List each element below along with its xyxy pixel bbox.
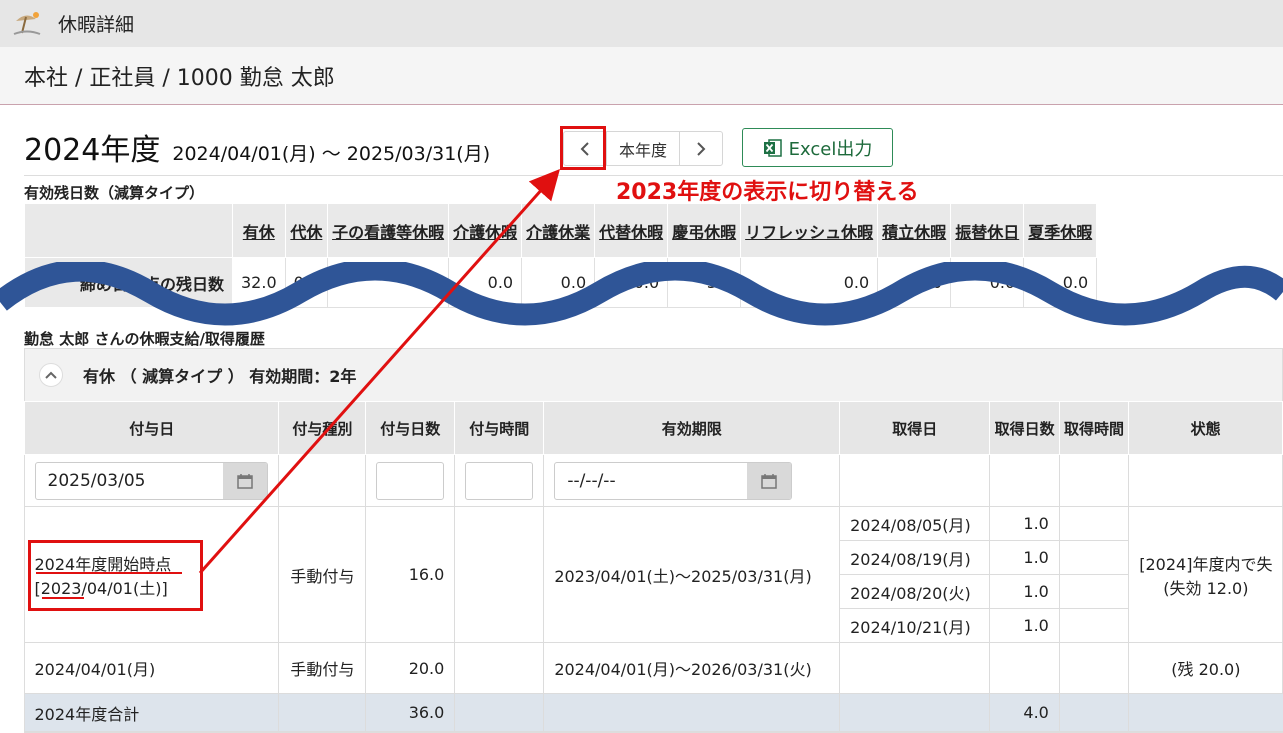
annotation-highlight-box xyxy=(28,540,203,611)
expiry-filter-value[interactable]: --/--/-- xyxy=(555,463,747,499)
grant-type: 手動付与 xyxy=(278,642,367,694)
history-section-label: 勤怠 太郎 さんの休暇支給/取得履歴 xyxy=(24,330,265,348)
taken-date: 2024/08/19(月) xyxy=(839,540,991,575)
col-header-status: 状態 xyxy=(1128,401,1283,455)
col-header-grant-days: 付与日数 xyxy=(365,401,456,455)
grant-days: 16.0 xyxy=(365,506,456,643)
grant-days: 20.0 xyxy=(365,642,456,694)
calendar-icon[interactable] xyxy=(223,462,268,499)
annotation-underline xyxy=(36,572,182,574)
status-line1: [2024]年度内で失 xyxy=(1139,554,1273,574)
taken-days: 1.0 xyxy=(989,574,1060,609)
taken-days: 1.0 xyxy=(989,506,1060,541)
balance-section-label: 有効残日数（減算タイプ） xyxy=(24,184,205,202)
grant-date-filter[interactable]: 2025/03/05 xyxy=(34,461,269,500)
expiry: 2023/04/01(土)～2025/03/31(月) xyxy=(543,506,841,643)
grant-days-filter[interactable] xyxy=(376,461,445,500)
col-header-taken-days: 取得日数 xyxy=(989,401,1060,455)
status-line2: (失効 12.0) xyxy=(1163,578,1249,598)
excel-export-label: Excel出力 xyxy=(788,138,873,160)
col-header-grant-date: 付与日 xyxy=(23,401,280,455)
grant-hours-filter[interactable] xyxy=(465,461,534,500)
balance-col-header[interactable]: 代替休暇 xyxy=(594,203,669,258)
table-row: 2024年度開始時点 [2023/04/01(土)] 手動付与 16.0 202… xyxy=(24,506,1283,643)
employee-path: 本社 / 正社員 / 1000 勤怠 太郎 xyxy=(24,65,335,91)
calendar-icon[interactable] xyxy=(747,462,792,499)
panel-header[interactable]: 有休 （ 減算タイプ ） 有効期間：2年 xyxy=(25,349,1282,401)
col-header-expiry: 有効期限 xyxy=(543,401,841,455)
col-header-taken-hours: 取得時間 xyxy=(1058,401,1130,455)
total-taken-days: 4.0 xyxy=(989,693,1060,732)
title-bar: 休暇詳細 xyxy=(0,0,1283,47)
balance-col-header[interactable]: 慶弔休暇 xyxy=(667,203,742,258)
fiscal-year-heading: 2024年度 2024/04/01(月) ～ 2025/03/31(月) xyxy=(24,125,490,169)
taken-days: 1.0 xyxy=(989,608,1060,643)
taken-date: 2024/10/21(月) xyxy=(839,608,991,643)
col-header-taken-date: 取得日 xyxy=(839,401,991,455)
taken-days: 1.0 xyxy=(989,540,1060,575)
fiscal-year-range: 2024/04/01(月) ～ 2025/03/31(月) xyxy=(172,143,491,165)
balance-col-header[interactable]: 夏季休暇 xyxy=(1023,203,1098,258)
balance-col-header[interactable]: 代休 xyxy=(284,203,329,258)
status: (残 20.0) xyxy=(1128,642,1283,694)
beach-umbrella-icon xyxy=(13,11,41,35)
col-header-grant-type: 付与種別 xyxy=(278,401,367,455)
employee-breadcrumb: 本社 / 正社員 / 1000 勤怠 太郎 xyxy=(0,47,1283,105)
fiscal-year-title: 2024年度 xyxy=(24,133,161,168)
total-label: 2024年度合計 xyxy=(24,693,280,732)
col-header-grant-hours: 付与時間 xyxy=(454,401,545,455)
table-row: 2024/04/01(月) 手動付与 20.0 2024/04/01(月)～20… xyxy=(24,642,1283,694)
chevron-right-icon xyxy=(697,141,706,156)
total-row: 2024年度合計 36.0 4.0 xyxy=(24,693,1283,732)
balance-col-header[interactable]: 有休 xyxy=(232,203,286,258)
chevron-up-icon xyxy=(45,371,57,379)
cut-line-wave xyxy=(0,262,1283,326)
expiry-filter[interactable]: --/--/-- xyxy=(554,461,793,500)
balance-col-header[interactable]: 積立休暇 xyxy=(877,203,952,258)
balance-col-header[interactable]: リフレッシュ休暇 xyxy=(740,203,879,258)
grant-type: 手動付与 xyxy=(278,506,367,643)
taken-date: 2024/08/05(月) xyxy=(839,506,991,541)
taken-date: 2024/08/20(火) xyxy=(839,574,991,609)
balance-col-header[interactable]: 振替休日 xyxy=(950,203,1025,258)
panel-title: 有休 （ 減算タイプ ） 有効期間：2年 xyxy=(83,367,357,386)
next-year-button[interactable] xyxy=(680,132,722,165)
excel-icon xyxy=(763,138,782,157)
filter-row: 2025/03/05 --/--/-- xyxy=(24,454,1283,507)
annotation-underline xyxy=(42,597,84,599)
collapse-toggle[interactable] xyxy=(39,363,63,387)
current-year-button[interactable]: 本年度 xyxy=(606,132,681,165)
grant-date-filter-value[interactable]: 2025/03/05 xyxy=(36,463,224,499)
previous-year-highlight xyxy=(560,126,606,170)
total-grant-days: 36.0 xyxy=(365,693,456,732)
leave-history-table: 付与日 付与種別 付与日数 付与時間 有効期限 取得日 取得日数 取得時間 状態… xyxy=(23,401,1283,732)
grant-date: 2024/04/01(月) xyxy=(24,642,280,694)
annotation-switch-year: 2023年度の表示に切り替える xyxy=(616,180,919,205)
balance-col-header[interactable]: 子の看護等休暇 xyxy=(327,203,450,258)
balance-col-header[interactable]: 介護休暇 xyxy=(448,203,523,258)
balance-corner xyxy=(24,203,233,258)
window-title: 休暇詳細 xyxy=(58,14,135,36)
status-cell: [2024]年度内で失 (失効 12.0) xyxy=(1128,506,1283,643)
excel-export-button[interactable]: Excel出力 xyxy=(742,128,893,167)
balance-col-header[interactable]: 介護休業 xyxy=(521,203,596,258)
expiry: 2024/04/01(月)～2026/03/31(火) xyxy=(543,642,841,694)
